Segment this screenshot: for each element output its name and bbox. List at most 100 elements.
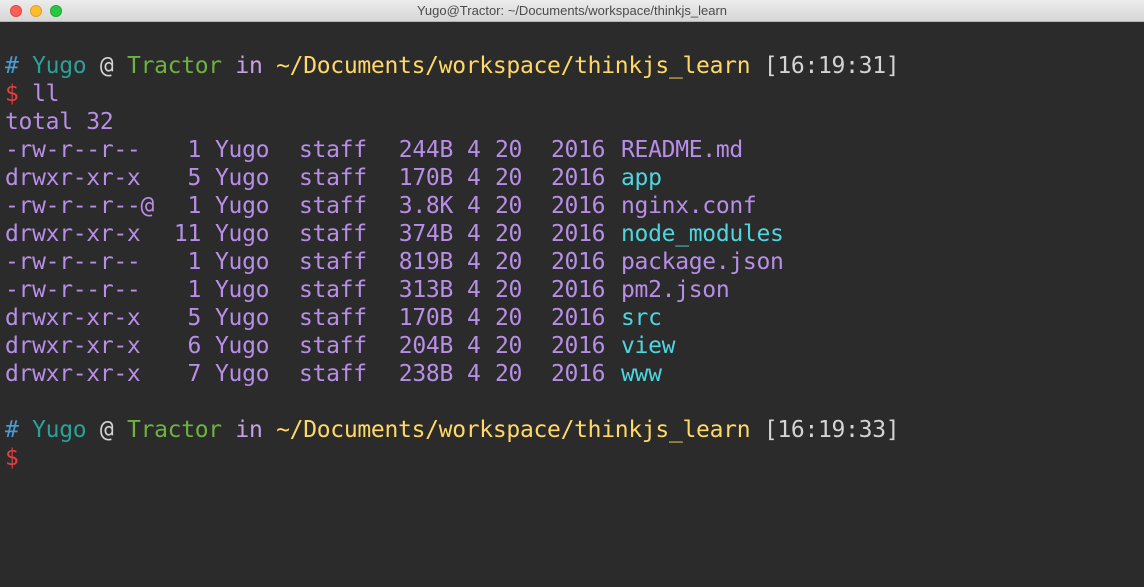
file-group: staff [299, 137, 367, 163]
file-group: staff [299, 165, 367, 191]
file-links: 1 [187, 137, 201, 163]
file-year: 2016 [551, 333, 606, 359]
file-month: 4 [467, 193, 481, 219]
file-size: 313B [398, 277, 454, 303]
total-line: total 32 [5, 109, 114, 135]
file-name: README.md [621, 137, 743, 163]
file-year: 2016 [551, 137, 606, 163]
prompt-at: @ [99, 417, 114, 443]
title-bar[interactable]: Yugo@Tractor: ~/Documents/workspace/thin… [0, 0, 1144, 22]
prompt-dollar: $ [5, 81, 19, 107]
file-size: 204B [398, 333, 454, 359]
file-row: drwxr-xr-x 5 Yugo staff 170B 4 20 2016 app [5, 164, 1144, 192]
prompt-dollar: $ [5, 445, 19, 471]
file-group: staff [299, 277, 367, 303]
file-month: 4 [467, 333, 481, 359]
file-year: 2016 [551, 249, 606, 275]
file-group: staff [299, 221, 367, 247]
prompt-in: in [235, 417, 263, 443]
file-year: 2016 [551, 165, 606, 191]
prompt-in: in [235, 53, 263, 79]
file-group: staff [299, 193, 367, 219]
file-day: 20 [495, 221, 523, 247]
prompt-at: @ [99, 53, 114, 79]
file-perm: drwxr-xr-x [5, 221, 141, 247]
directory-name: node_modules [621, 221, 784, 247]
file-links: 5 [187, 165, 201, 191]
file-day: 20 [495, 333, 523, 359]
file-month: 4 [467, 221, 481, 247]
command-line: $ ll [5, 80, 1144, 108]
prompt-path: ~/Documents/workspace/thinkjs_learn [276, 53, 751, 79]
file-size: 374B [398, 221, 454, 247]
file-group: staff [299, 305, 367, 331]
file-row: drwxr-xr-x 5 Yugo staff 170B 4 20 2016 src [5, 304, 1144, 332]
directory-name: app [621, 165, 662, 191]
file-links: 1 [187, 277, 201, 303]
file-row: -rw-r--r-- 1 Yugo staff 244B 4 20 2016 README.md [5, 136, 1144, 164]
file-perm: -rw-r--r-- [5, 249, 141, 275]
file-day: 20 [495, 193, 523, 219]
file-perm: -rw-r--r--@ [5, 193, 155, 219]
file-month: 4 [467, 361, 481, 387]
prompt-hash: # [5, 53, 19, 79]
file-year: 2016 [551, 305, 606, 331]
file-group: staff [299, 333, 367, 359]
file-name: pm2.json [621, 277, 730, 303]
directory-name: view [621, 333, 676, 359]
file-size: 170B [398, 305, 454, 331]
file-listing: -rw-r--r-- 1 Yugo staff 244B 4 20 2016 README.md… [5, 136, 1144, 388]
file-year: 2016 [551, 361, 606, 387]
file-day: 20 [495, 305, 523, 331]
file-owner: Yugo [215, 277, 270, 303]
file-day: 20 [495, 361, 523, 387]
file-links: 5 [187, 305, 201, 331]
prompt-line: # Yugo @ Tractor in ~/Documents/workspac… [5, 416, 1144, 444]
prompt-path: ~/Documents/workspace/thinkjs_learn [276, 417, 751, 443]
file-month: 4 [467, 305, 481, 331]
file-perm: drwxr-xr-x [5, 361, 141, 387]
file-owner: Yugo [215, 249, 270, 275]
prompt-line: # Yugo @ Tractor in ~/Documents/workspac… [5, 52, 1144, 80]
file-links: 1 [187, 249, 201, 275]
file-name: nginx.conf [621, 193, 757, 219]
terminal-window: Yugo@Tractor: ~/Documents/workspace/thin… [0, 0, 1144, 587]
prompt-host: Tractor [127, 417, 222, 443]
directory-name: src [621, 305, 662, 331]
file-month: 4 [467, 165, 481, 191]
file-row: -rw-r--r-- 1 Yugo staff 313B 4 20 2016 pm2.json [5, 276, 1144, 304]
file-links: 6 [187, 333, 201, 359]
file-day: 20 [495, 165, 523, 191]
file-row: -rw-r--r-- 1 Yugo staff 819B 4 20 2016 package.j… [5, 248, 1144, 276]
file-size: 238B [398, 361, 454, 387]
file-links: 1 [187, 193, 201, 219]
file-month: 4 [467, 137, 481, 163]
command-text: ll [32, 81, 60, 107]
file-day: 20 [495, 137, 523, 163]
file-owner: Yugo [215, 305, 270, 331]
prompt-host: Tractor [127, 53, 222, 79]
file-size: 170B [398, 165, 454, 191]
file-perm: drwxr-xr-x [5, 333, 141, 359]
prompt-user: Yugo [32, 417, 87, 443]
file-year: 2016 [551, 193, 606, 219]
prompt-time: [16:19:31] [763, 53, 900, 79]
file-row: drwxr-xr-x 6 Yugo staff 204B 4 20 2016 view [5, 332, 1144, 360]
file-size: 244B [398, 137, 454, 163]
file-size: 3.8K [398, 193, 454, 219]
file-perm: drwxr-xr-x [5, 165, 141, 191]
prompt-time: [16:19:33] [763, 417, 900, 443]
file-row: -rw-r--r--@ 1 Yugo staff 3.8K 4 20 2016 nginx.co… [5, 192, 1144, 220]
prompt-hash: # [5, 417, 19, 443]
file-owner: Yugo [215, 333, 270, 359]
file-group: staff [299, 249, 367, 275]
file-month: 4 [467, 249, 481, 275]
file-row: drwxr-xr-x 11 Yugo staff 374B 4 20 2016 node_mod… [5, 220, 1144, 248]
window-title: Yugo@Tractor: ~/Documents/workspace/thin… [416, 3, 728, 18]
file-year: 2016 [551, 277, 606, 303]
command-line[interactable]: $ [5, 444, 1144, 472]
file-owner: Yugo [215, 165, 270, 191]
terminal-output[interactable]: # Yugo @ Tractor in ~/Documents/workspac… [5, 52, 1144, 472]
file-perm: -rw-r--r-- [5, 277, 141, 303]
